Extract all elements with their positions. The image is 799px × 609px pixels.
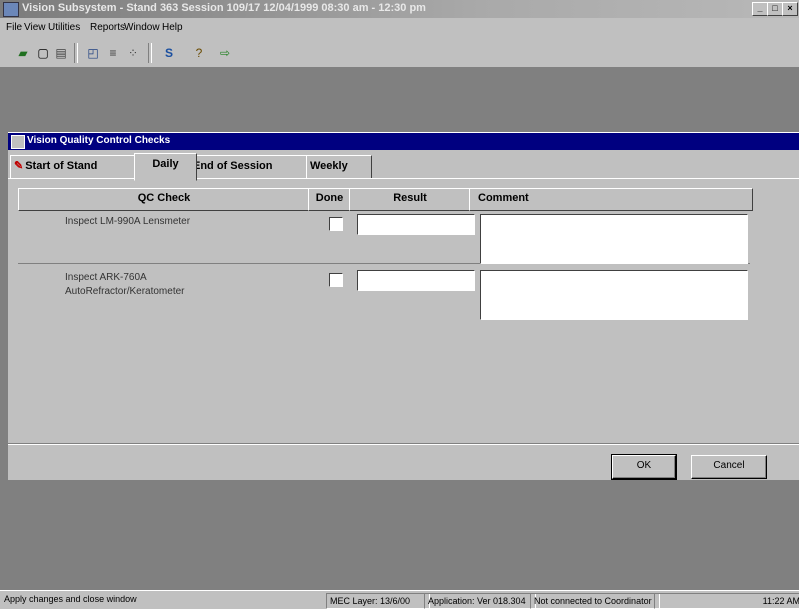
menu-utilities[interactable]: Utilities xyxy=(48,22,80,33)
col-header-result[interactable]: Result xyxy=(349,188,471,211)
menubar: File View Utilities Reports Window Help xyxy=(0,18,799,38)
dialog-title: Vision Quality Control Checks xyxy=(27,135,171,146)
status-connection: Not connected to Coordinator xyxy=(530,593,660,609)
dialog-titlebar: Vision Quality Control Checks xyxy=(8,133,799,150)
done-checkbox[interactable] xyxy=(329,217,343,231)
cancel-button[interactable]: Cancel xyxy=(691,455,767,479)
dialog-icon xyxy=(11,135,25,149)
save-icon[interactable]: ▰ xyxy=(14,44,32,62)
tool-icon[interactable]: S xyxy=(160,44,178,62)
qc-check-name: Inspect LM-990A Lensmeter xyxy=(65,216,191,227)
table-row: Inspect ARK-760A AutoRefractor/Keratomet… xyxy=(18,265,750,321)
comment-input[interactable] xyxy=(480,270,748,320)
tab-label: Weekly xyxy=(310,160,348,172)
app-titlebar: Vision Subsystem - Stand 363 Session 109… xyxy=(0,0,799,18)
close-button[interactable]: × xyxy=(782,2,798,16)
table-row: Inspect LM-990A Lensmeter xyxy=(18,209,750,264)
col-header-done[interactable]: Done xyxy=(308,188,351,211)
window-icon[interactable]: ◰ xyxy=(84,44,102,62)
tab-weekly[interactable]: Weekly xyxy=(306,155,372,179)
dialog-divider xyxy=(8,443,799,445)
done-checkbox[interactable] xyxy=(329,273,343,287)
ok-button[interactable]: OK xyxy=(611,454,677,480)
status-app-version: Application: Ver 018.304 xyxy=(424,593,536,609)
tab-label: Start of Stand xyxy=(25,160,98,172)
toolbar-separator xyxy=(74,43,78,63)
app-title: Vision Subsystem - Stand 363 Session 109… xyxy=(22,2,426,14)
status-message: Apply changes and close window xyxy=(4,594,137,604)
exit-icon[interactable]: ⇨ xyxy=(216,44,234,62)
maximize-button[interactable]: □ xyxy=(767,2,783,16)
menu-window[interactable]: Window xyxy=(124,22,160,33)
menu-file[interactable]: File xyxy=(6,22,22,33)
tab-label: End of Session xyxy=(193,160,273,172)
new-icon[interactable]: ▢ xyxy=(34,44,52,62)
col-header-comment[interactable]: Comment xyxy=(469,188,753,211)
statusbar: Apply changes and close window MEC Layer… xyxy=(0,590,799,609)
menu-help[interactable]: Help xyxy=(162,22,183,33)
qc-dialog: Vision Quality Control Checks ✎ Start of … xyxy=(8,132,799,480)
tab-daily[interactable]: Daily xyxy=(134,153,197,181)
minimize-button[interactable]: _ xyxy=(752,2,768,16)
result-input[interactable] xyxy=(357,214,475,235)
pencil-icon: ✎ xyxy=(14,160,24,172)
col-header-qc-check[interactable]: QC Check xyxy=(18,188,310,211)
text-icon[interactable]: ⁘ xyxy=(124,44,142,62)
qc-check-name: Inspect ARK-760A AutoRefractor/Keratomet… xyxy=(65,272,185,297)
app-icon[interactable] xyxy=(3,2,19,17)
help-icon[interactable]: ? xyxy=(190,44,208,62)
menu-view[interactable]: View xyxy=(24,22,46,33)
tab-end-of-session[interactable]: End of Session xyxy=(189,155,314,179)
comment-input[interactable] xyxy=(480,214,748,264)
tab-start-of-stand[interactable]: ✎ Start of Stand xyxy=(10,155,142,179)
toolbar: ▰ ▢ ▤ ◰ ≡ ⁘ S ? ⇨ xyxy=(0,38,799,68)
menu-reports[interactable]: Reports xyxy=(90,22,125,33)
tab-label: Daily xyxy=(152,158,179,170)
result-input[interactable] xyxy=(357,270,475,291)
status-time: 11:22 AM xyxy=(654,593,799,609)
toolbar-separator xyxy=(148,43,152,63)
status-mec-layer: MEC Layer: 13/6/00 xyxy=(326,593,430,609)
list-icon[interactable]: ≡ xyxy=(104,44,122,62)
print-icon[interactable]: ▤ xyxy=(52,44,70,62)
